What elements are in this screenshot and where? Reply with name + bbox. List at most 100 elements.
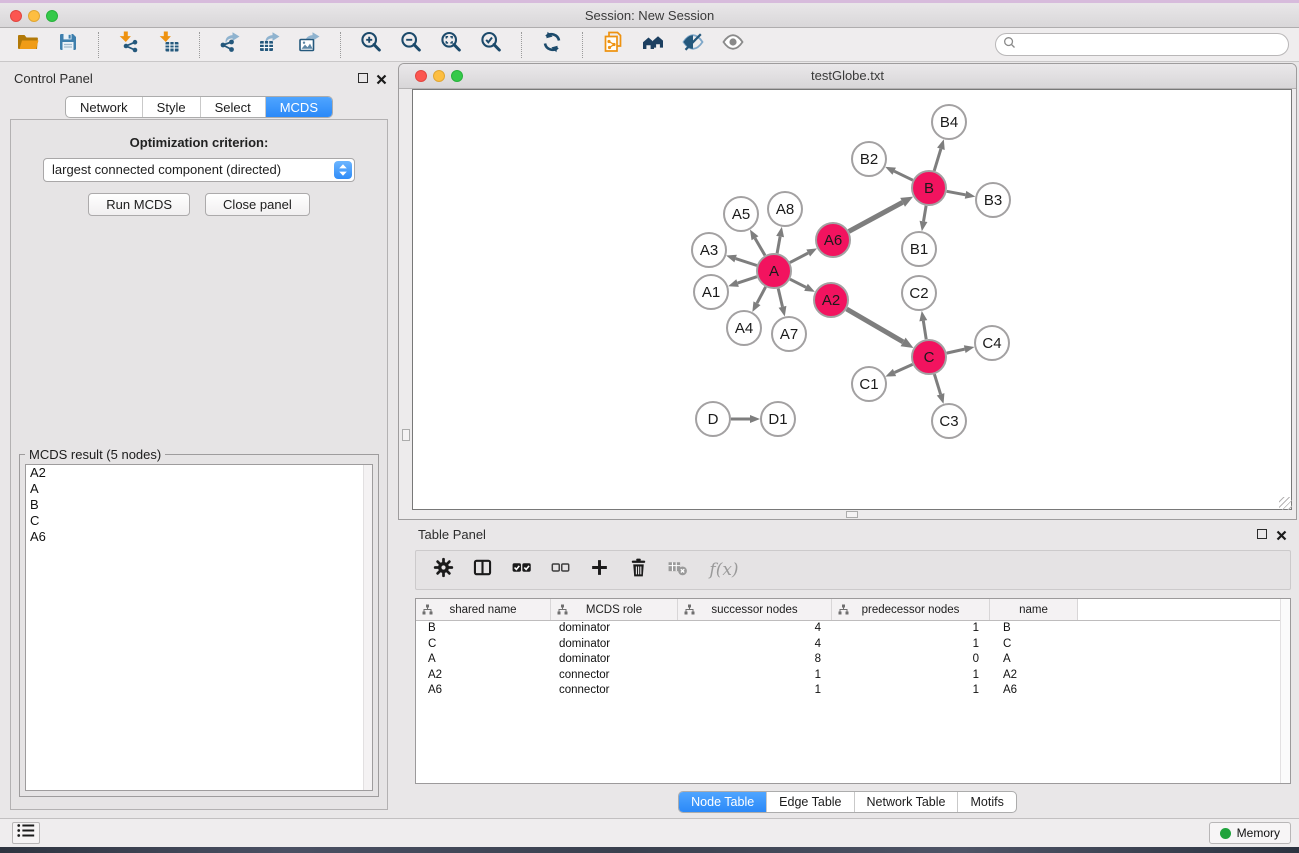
node-B2[interactable]: B2	[852, 142, 886, 176]
delete-table-button[interactable]	[665, 558, 689, 582]
result-item-c[interactable]: C	[26, 513, 372, 529]
delete-column-button[interactable]	[626, 558, 650, 582]
node-D1[interactable]: D1	[761, 402, 795, 436]
node-A[interactable]: A	[757, 254, 791, 288]
horizontal-scroll-thumb[interactable]	[846, 511, 858, 518]
table-row-a6[interactable]: A6connector11A6	[416, 683, 1290, 699]
column-header-MCDS-role[interactable]: MCDS role	[551, 599, 678, 620]
hide-selected-button[interactable]	[673, 30, 713, 60]
table-row-c[interactable]: Cdominator41C	[416, 637, 1290, 653]
minimize-window-button[interactable]	[28, 10, 40, 22]
edge-C-C4[interactable]	[947, 349, 965, 353]
table-row-a2[interactable]: A2connector11A2	[416, 668, 1290, 684]
zoom-fit-button[interactable]	[431, 30, 471, 60]
edge-A-A2[interactable]	[790, 279, 806, 287]
network-horizontal-scrollbar[interactable]	[412, 510, 1292, 519]
edge-A-A7[interactable]	[778, 289, 782, 307]
zoom-out-button[interactable]	[391, 30, 431, 60]
table-row-b[interactable]: Bdominator41B	[416, 621, 1290, 637]
home-button[interactable]	[633, 30, 673, 60]
run-mcds-button[interactable]: Run MCDS	[88, 193, 190, 216]
node-A1[interactable]: A1	[694, 275, 728, 309]
zoom-selected-button[interactable]	[471, 30, 511, 60]
export-network-button[interactable]	[210, 30, 250, 60]
network-canvas[interactable]: B4 B2 B B3 A8 A5 A6 B1 A3 A A1 C2 A2 A4 …	[412, 89, 1292, 510]
close-window-button[interactable]	[10, 10, 22, 22]
settings-button[interactable]	[431, 558, 455, 582]
vertical-scroll-thumb[interactable]	[402, 429, 410, 441]
node-A2[interactable]: A2	[814, 283, 848, 317]
function-builder-button[interactable]: f(x)	[704, 558, 744, 582]
tab-network-table[interactable]: Network Table	[854, 792, 958, 812]
split-view-button[interactable]	[470, 558, 494, 582]
criterion-select[interactable]: largest connected component (directed)	[43, 158, 355, 182]
network-vertical-scrollbar[interactable]	[400, 89, 412, 510]
import-table-button[interactable]	[149, 30, 189, 60]
network-zoom-button[interactable]	[451, 70, 463, 82]
export-table-button[interactable]	[250, 30, 290, 60]
edge-B-B3[interactable]	[947, 191, 966, 195]
edge-A-A6[interactable]	[790, 253, 808, 263]
close-panel-button[interactable]: Close panel	[205, 193, 310, 216]
column-header-shared-name[interactable]: shared name	[416, 599, 551, 620]
close-panel-icon[interactable]	[376, 72, 387, 83]
node-B[interactable]: B	[912, 171, 946, 205]
tab-network[interactable]: Network	[66, 97, 142, 117]
edge-A6-B[interactable]	[849, 202, 903, 231]
node-B1[interactable]: B1	[902, 232, 936, 266]
node-A8[interactable]: A8	[768, 192, 802, 226]
node-D[interactable]: D	[696, 402, 730, 436]
search-input[interactable]	[1020, 35, 1288, 54]
result-item-b[interactable]: B	[26, 497, 372, 513]
edge-B-B1[interactable]	[924, 206, 927, 222]
task-history-button[interactable]	[12, 822, 40, 844]
close-table-panel-icon[interactable]	[1276, 528, 1287, 539]
column-header-predecessor-nodes[interactable]: predecessor nodes	[832, 599, 990, 620]
node-B4[interactable]: B4	[932, 105, 966, 139]
show-all-button[interactable]	[713, 30, 753, 60]
column-header-successor-nodes[interactable]: successor nodes	[678, 599, 832, 620]
edge-A-A1[interactable]	[738, 277, 757, 283]
open-file-button[interactable]	[8, 30, 48, 60]
node-B3[interactable]: B3	[976, 183, 1010, 217]
result-list-scrollbar[interactable]	[363, 465, 372, 790]
deselect-all-button[interactable]	[548, 558, 572, 582]
edge-A-A3[interactable]	[736, 259, 757, 266]
edge-B-B4[interactable]	[934, 149, 941, 171]
edge-C-C1[interactable]	[895, 364, 913, 372]
result-item-a[interactable]: A	[26, 481, 372, 497]
node-C3[interactable]: C3	[932, 404, 966, 438]
apply-layout-button[interactable]	[532, 30, 572, 60]
save-session-button[interactable]	[48, 30, 88, 60]
tab-select[interactable]: Select	[200, 97, 265, 117]
node-A5[interactable]: A5	[724, 197, 758, 231]
zoom-in-button[interactable]	[351, 30, 391, 60]
tab-motifs[interactable]: Motifs	[957, 792, 1015, 812]
node-C1[interactable]: C1	[852, 367, 886, 401]
resize-grip-icon[interactable]	[1279, 497, 1292, 510]
new-network-from-selection-button[interactable]	[593, 30, 633, 60]
edge-C-C3[interactable]	[934, 374, 940, 394]
node-A3[interactable]: A3	[692, 233, 726, 267]
table-scrollbar[interactable]	[1280, 599, 1290, 783]
edge-A2-C[interactable]	[847, 309, 904, 342]
network-close-button[interactable]	[415, 70, 427, 82]
add-column-button[interactable]	[587, 558, 611, 582]
edge-B-B2[interactable]	[894, 171, 913, 180]
tab-node-table[interactable]: Node Table	[679, 792, 766, 812]
float-table-panel-icon[interactable]	[1257, 529, 1267, 539]
tab-mcds[interactable]: MCDS	[265, 97, 332, 117]
edge-A-A5[interactable]	[755, 238, 765, 255]
result-item-a2[interactable]: A2	[26, 465, 372, 481]
result-item-a6[interactable]: A6	[26, 529, 372, 545]
zoom-window-button[interactable]	[46, 10, 58, 22]
search-box[interactable]	[995, 33, 1289, 56]
node-C2[interactable]: C2	[902, 276, 936, 310]
edge-C-C2[interactable]	[923, 321, 926, 340]
column-header-name[interactable]: name	[990, 599, 1078, 620]
node-A6[interactable]: A6	[816, 223, 850, 257]
table-row-a[interactable]: Adominator80A	[416, 652, 1290, 668]
select-all-button[interactable]	[509, 558, 533, 582]
node-A7[interactable]: A7	[772, 317, 806, 351]
float-panel-icon[interactable]	[358, 73, 368, 83]
